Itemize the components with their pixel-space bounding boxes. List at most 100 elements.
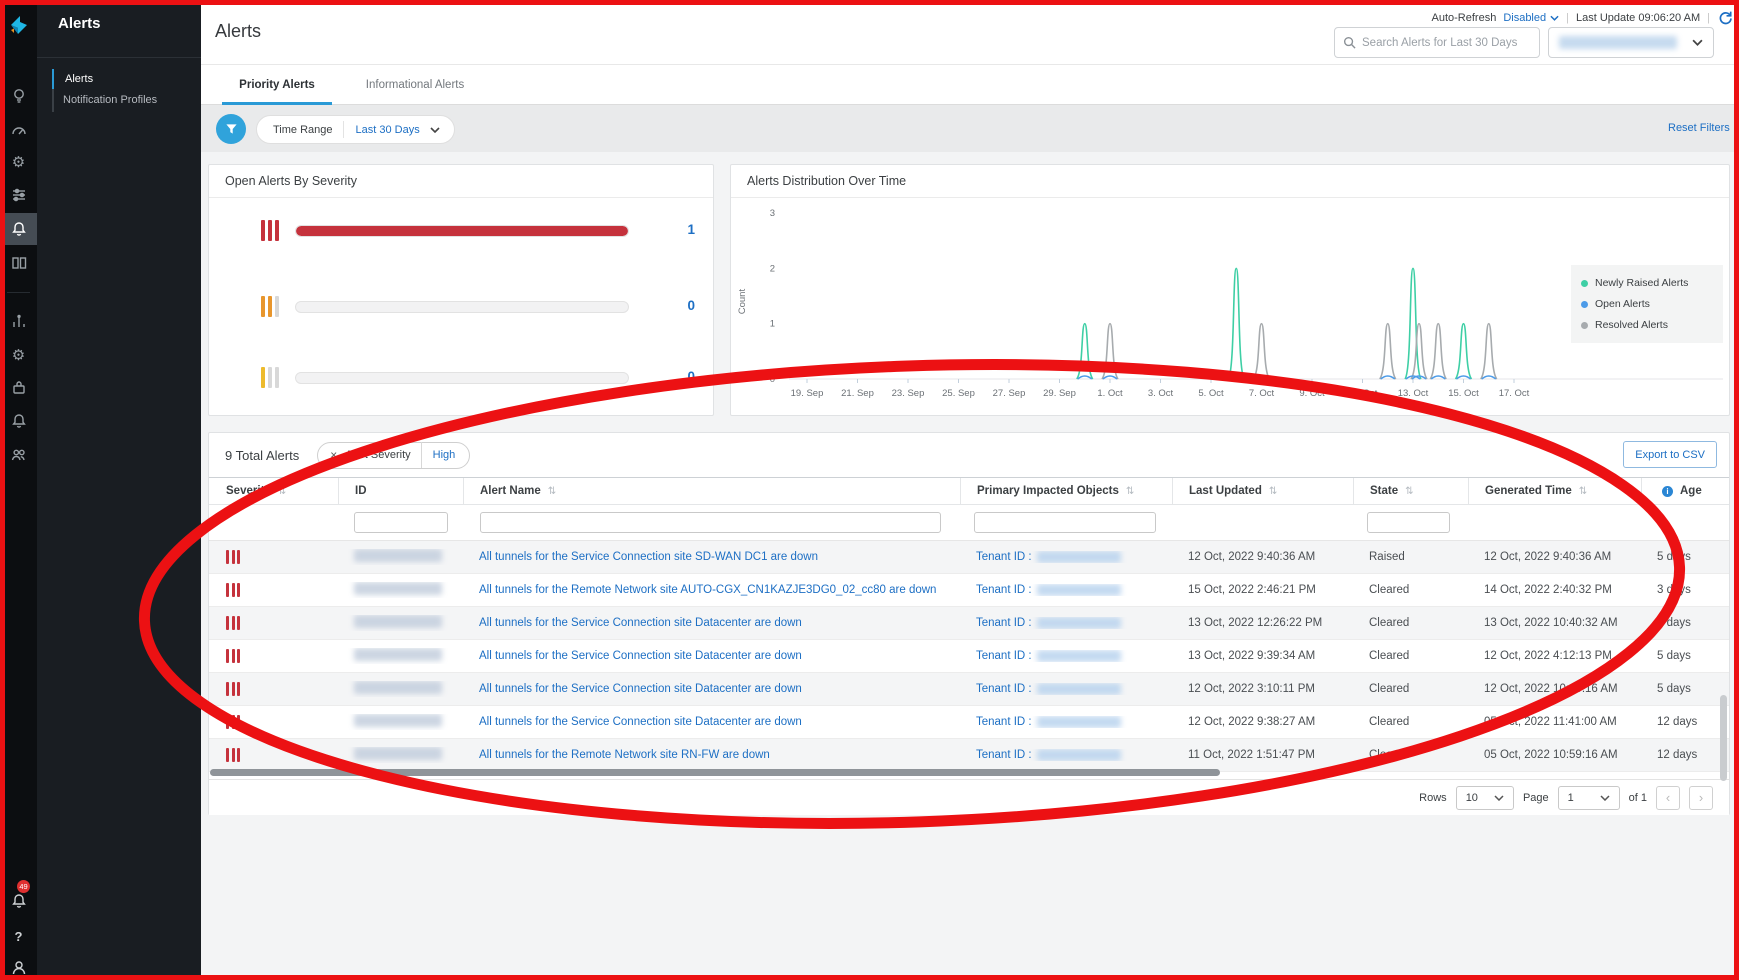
rail-divider [7,292,30,293]
export-csv-button[interactable]: Export to CSV [1623,441,1717,468]
user-profile-icon[interactable] [0,952,37,980]
filter-input-id[interactable] [354,512,448,533]
filter-input-alert-name[interactable] [480,512,941,533]
table-row[interactable]: All tunnels for the Service Connection s… [209,541,1729,574]
horizontal-scrollbar[interactable] [210,769,1220,776]
state-cell: Raised [1353,551,1468,563]
reset-filters-link[interactable]: Reset Filters [1668,122,1730,134]
tab-priority-alerts[interactable]: Priority Alerts [222,65,332,105]
page-title: Alerts [215,21,261,42]
alert-name-link[interactable]: All tunnels for the Service Connection s… [463,683,960,695]
age-cell: 5 days [1641,650,1729,662]
rows-per-page-select[interactable]: 10 [1456,786,1514,810]
sort-icon: ⇅ [548,486,556,497]
severity-critical-icon [226,583,338,597]
generated-time-cell: 14 Oct, 2022 2:40:32 PM [1468,584,1641,596]
vertical-scrollbar[interactable] [1720,695,1727,781]
page-select[interactable]: 1 [1558,786,1620,810]
col-alert-name[interactable]: Alert Name⇅ [463,478,960,504]
primary-impacted-cell[interactable]: Tenant ID : [960,650,1172,662]
tab-informational-alerts[interactable]: Informational Alerts [350,65,480,105]
table-row[interactable]: All tunnels for the Remote Network site … [209,574,1729,607]
alert-id-blurred [338,747,463,763]
primary-impacted-cell[interactable]: Tenant ID : [960,683,1172,695]
tenant-id-blurred [1037,650,1121,662]
severity-high-icon [261,296,279,317]
alerts-distribution-panel: Alerts Distribution Over Time 19. Sep21.… [730,164,1730,416]
severity-panel-title: Open Alerts By Severity [209,165,713,198]
severity-cell [209,649,338,663]
notifications-icon[interactable] [0,405,37,437]
service-settings-icon[interactable]: ⚙ [0,339,37,371]
settings-icon[interactable]: ⚙ [0,146,37,178]
time-range-filter[interactable]: Time Range Last 30 Days [256,115,455,144]
sidebar-item-alerts[interactable]: Alerts [52,69,192,89]
filter-funnel-button[interactable] [216,114,246,144]
next-page-button[interactable]: › [1689,786,1713,810]
dashboard-icon[interactable] [0,114,37,146]
col-id[interactable]: ID [338,478,463,504]
col-last-updated[interactable]: Last Updated⇅ [1172,478,1353,504]
chart-legend: Newly Raised Alerts Open Alerts Resolved… [1571,265,1723,343]
help-icon[interactable]: ? [0,920,37,952]
sliders-icon[interactable] [0,179,37,211]
alarm-bell-icon[interactable]: 49 [0,885,37,917]
table-row[interactable]: All tunnels for the Service Connection s… [209,673,1729,706]
search-input[interactable] [1362,37,1531,49]
chip-close-icon[interactable]: × [318,448,345,462]
insights-icon[interactable] [0,306,37,338]
columns-icon[interactable] [0,247,37,279]
severity-count[interactable]: 0 [645,298,695,313]
plugin-icon[interactable] [0,372,37,404]
primary-impacted-cell[interactable]: Tenant ID : [960,749,1172,761]
primary-impacted-cell[interactable]: Tenant ID : [960,584,1172,596]
col-severity[interactable]: Severity⇅ [209,478,338,504]
table-row[interactable]: All tunnels for the Remote Network site … [209,739,1729,772]
alerts-nav-icon[interactable] [0,213,37,245]
ideas-icon[interactable] [0,80,37,112]
sidebar-item-notification-profiles[interactable]: Notification Profiles [52,90,192,110]
filter-input-primary-impacted-objects[interactable] [974,512,1156,533]
total-alerts-count: 9 Total Alerts [225,448,299,463]
table-row[interactable]: All tunnels for the Service Connection s… [209,640,1729,673]
time-range-label: Time Range [257,124,343,136]
tenant-id-blurred [1037,716,1121,728]
col-state[interactable]: State⇅ [1353,478,1468,504]
users-icon[interactable] [0,439,37,471]
info-icon[interactable]: i [1662,486,1673,497]
primary-impacted-cell[interactable]: Tenant ID : [960,551,1172,563]
sidebar-divider [37,57,201,58]
chevron-down-icon [1550,15,1559,21]
col-age[interactable]: iAge [1641,478,1729,504]
refresh-icon[interactable] [1717,9,1734,26]
alert-name-link[interactable]: All tunnels for the Service Connection s… [463,617,960,629]
svg-text:13. Oct: 13. Oct [1398,388,1429,399]
primary-impacted-cell[interactable]: Tenant ID : [960,617,1172,629]
alert-name-link[interactable]: All tunnels for the Service Connection s… [463,650,960,662]
severity-critical-icon [226,616,338,630]
last-updated-cell: 12 Oct, 2022 3:10:11 PM [1172,683,1353,695]
filter-input-state[interactable] [1367,512,1450,533]
severity-critical-icon [226,550,338,564]
brand-logo-icon[interactable] [0,0,37,50]
col-primary-impacted-objects[interactable]: Primary Impacted Objects⇅ [960,478,1172,504]
alert-name-link[interactable]: All tunnels for the Remote Network site … [463,749,960,761]
col-generated-time[interactable]: Generated Time⇅ [1468,478,1641,504]
age-cell: 5 days [1641,551,1729,563]
auto-refresh-toggle[interactable]: Disabled [1503,12,1559,24]
table-row[interactable]: All tunnels for the Service Connection s… [209,607,1729,640]
page-of-label: of 1 [1629,792,1647,804]
alert-name-link[interactable]: All tunnels for the Remote Network site … [463,584,960,596]
primary-impacted-cell[interactable]: Tenant ID : [960,716,1172,728]
severity-medium-icon [261,367,279,388]
severity-count[interactable]: 0 [645,369,695,384]
previous-page-button[interactable]: ‹ [1656,786,1680,810]
table-row[interactable]: All tunnels for the Service Connection s… [209,706,1729,739]
severity-critical-icon [226,715,338,729]
tenant-selector[interactable] [1548,27,1714,58]
alert-name-link[interactable]: All tunnels for the Service Connection s… [463,716,960,728]
svg-text:25. Sep: 25. Sep [942,388,975,399]
page-label: Page [1523,792,1549,804]
severity-count[interactable]: 1 [645,222,695,237]
alert-name-link[interactable]: All tunnels for the Service Connection s… [463,551,960,563]
